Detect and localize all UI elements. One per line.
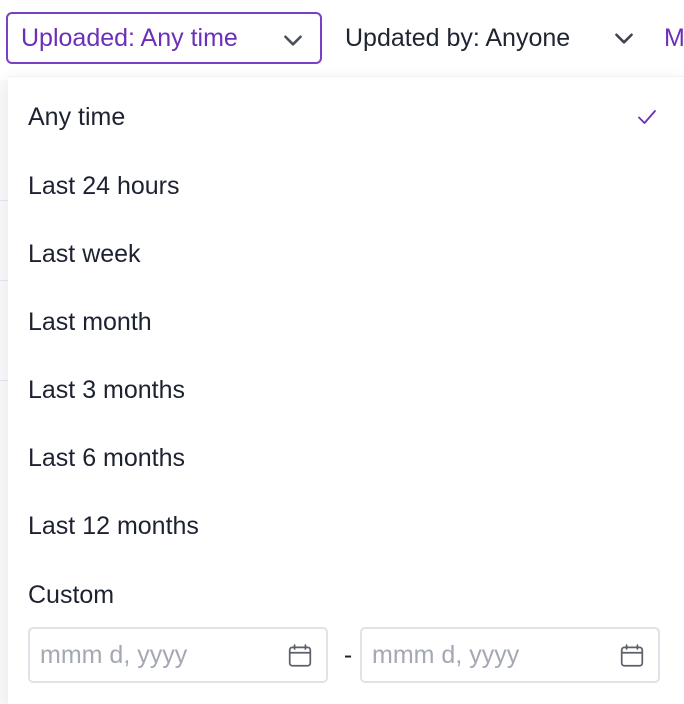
more-filters-label: M: [664, 23, 684, 52]
background-row-divider: [0, 200, 8, 201]
menu-option-label: Any time: [28, 102, 126, 131]
uploaded-dropdown-menu: Any time Last 24 hours Last week Last mo…: [8, 76, 684, 704]
menu-option-label: Last month: [28, 307, 152, 336]
chevron-down-icon: [284, 35, 302, 46]
end-date-field[interactable]: [360, 627, 660, 683]
more-filters-button[interactable]: M: [652, 12, 684, 64]
custom-range-label: Custom: [28, 580, 115, 609]
menu-option-last-6-months[interactable]: Last 6 months: [28, 438, 185, 478]
check-icon: [638, 110, 656, 124]
page: Uploaded: Any time Updated by: Anyone M …: [0, 0, 684, 704]
calendar-icon[interactable]: [287, 643, 313, 669]
updated-by-filter-button[interactable]: Updated by: Anyone: [332, 12, 652, 64]
menu-option-last-week[interactable]: Last week: [28, 234, 141, 274]
end-date-input[interactable]: [372, 637, 602, 673]
menu-option-last-24-hours[interactable]: Last 24 hours: [28, 166, 180, 206]
menu-option-label: Last 24 hours: [28, 171, 180, 200]
menu-option-last-3-months[interactable]: Last 3 months: [28, 370, 185, 410]
updated-by-filter-label: Updated by: Anyone: [345, 23, 571, 52]
uploaded-filter-label: Uploaded: Any time: [21, 23, 238, 52]
menu-option-last-12-months[interactable]: Last 12 months: [28, 506, 199, 546]
chevron-down-icon: [615, 33, 633, 44]
start-date-input[interactable]: [40, 637, 270, 673]
menu-option-any-time[interactable]: Any time: [28, 97, 125, 137]
calendar-icon[interactable]: [619, 643, 645, 669]
background-row-divider: [0, 280, 8, 281]
background-row-divider: [0, 380, 8, 381]
uploaded-filter-button[interactable]: Uploaded: Any time: [6, 12, 322, 64]
filter-bar: Uploaded: Any time Updated by: Anyone M: [0, 0, 684, 76]
date-range-separator: -: [343, 640, 353, 669]
menu-option-last-month[interactable]: Last month: [28, 302, 152, 342]
menu-option-label: Last week: [28, 239, 141, 268]
start-date-field[interactable]: [28, 627, 328, 683]
menu-option-label: Last 3 months: [28, 375, 186, 404]
menu-option-label: Last 12 months: [28, 511, 199, 540]
menu-option-label: Last 6 months: [28, 443, 186, 472]
